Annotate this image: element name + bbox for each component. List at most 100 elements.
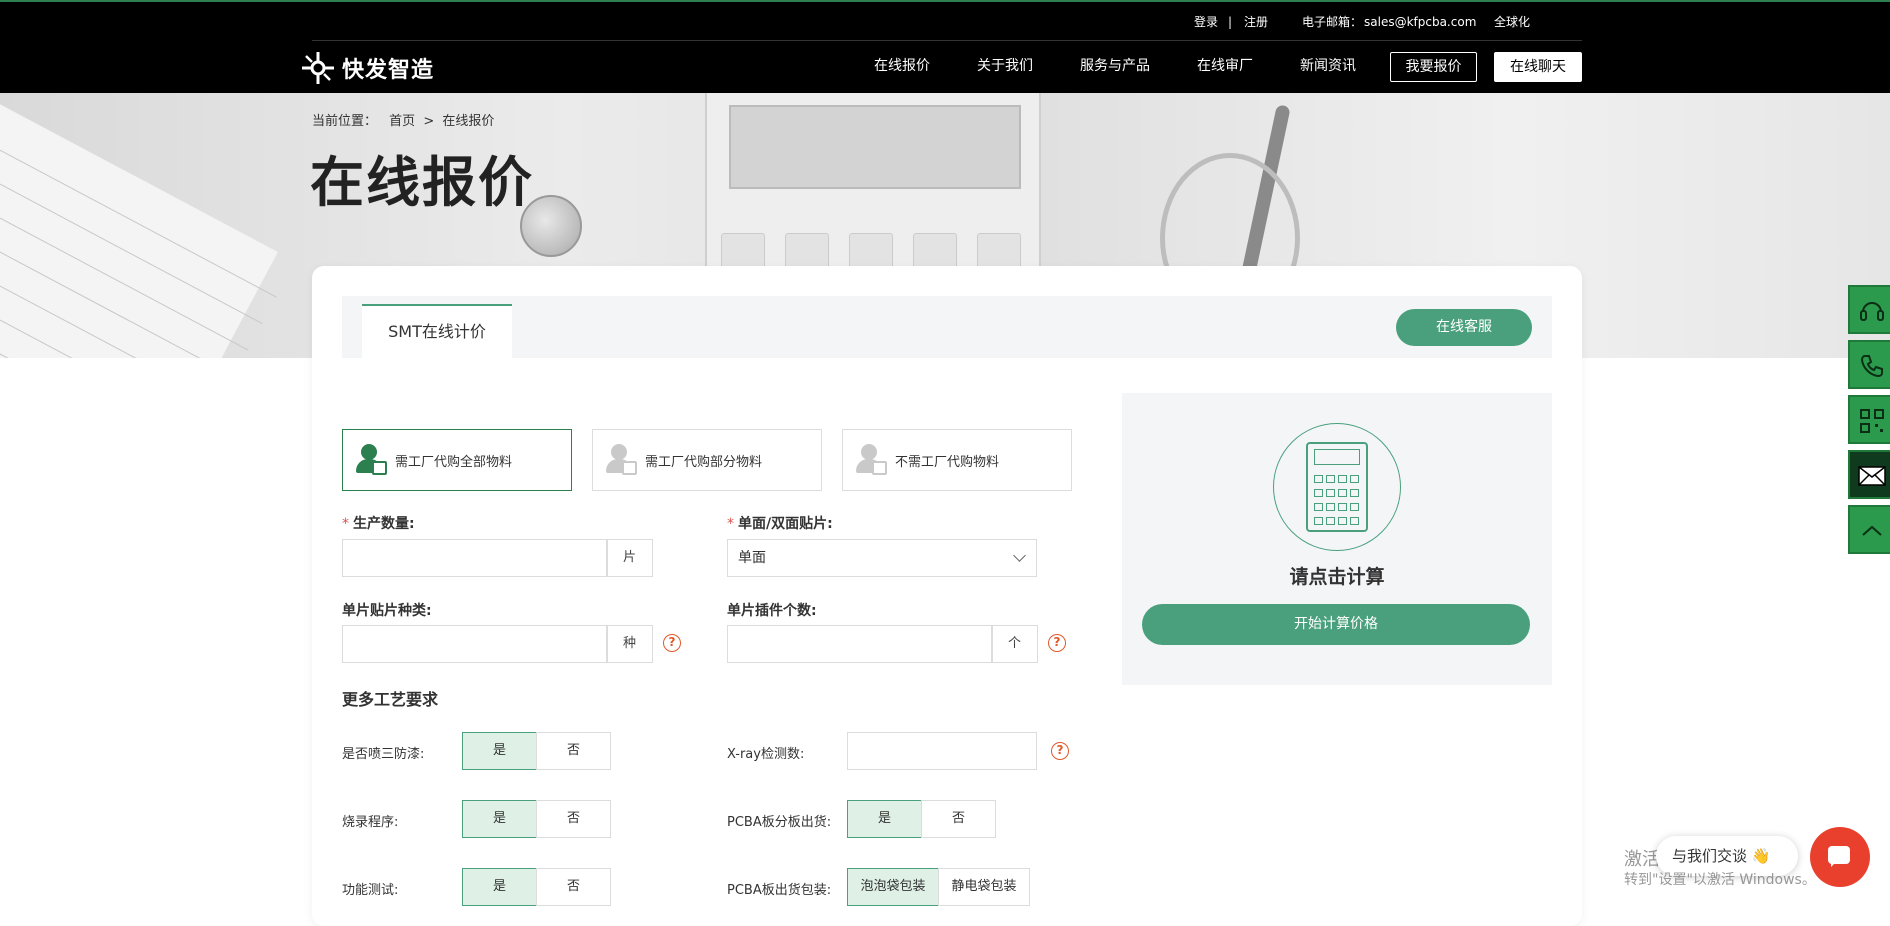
calculator-title: 请点击计算 xyxy=(1289,566,1385,588)
header-accent-line xyxy=(0,0,1890,2)
site-header xyxy=(0,0,1890,93)
help-icon[interactable]: ? xyxy=(1048,634,1066,652)
xray-label: X-ray检测数: xyxy=(727,747,805,762)
calculator-icon-key xyxy=(1338,503,1347,511)
nav-about-us[interactable]: 关于我们 xyxy=(977,56,1033,76)
xray-count-input[interactable] xyxy=(847,732,1037,770)
quantity-label: * 生产数量: xyxy=(342,516,415,532)
breadcrumb: 当前位置： 首页 > 在线报价 xyxy=(312,110,494,129)
login-link[interactable]: 登录 xyxy=(1194,13,1218,31)
side-type-value: 单面 xyxy=(738,550,766,566)
breadcrumb-label: 当前位置： xyxy=(312,114,378,129)
request-quote-button[interactable]: 我要报价 xyxy=(1390,52,1477,82)
required-marker: * xyxy=(727,516,734,532)
coating-no-toggle[interactable]: 否 xyxy=(536,732,611,770)
esd-bag-toggle[interactable]: 静电袋包装 xyxy=(938,868,1030,906)
breadcrumb-separator: > xyxy=(423,114,435,129)
start-calculation-button[interactable]: 开始计算价格 xyxy=(1142,604,1530,645)
option-label: 需工厂代购部分物料 xyxy=(645,454,763,470)
calculator-icon-key xyxy=(1326,489,1335,497)
qr-code-icon xyxy=(1860,409,1884,433)
nav-news[interactable]: 新闻资讯 xyxy=(1300,56,1356,76)
calculator-icon-key xyxy=(1314,503,1323,511)
email-label: 电子邮箱： xyxy=(1302,15,1363,29)
function-test-no-toggle[interactable]: 否 xyxy=(536,868,611,906)
calculator-icon-key xyxy=(1338,475,1347,483)
calculator-icon-key xyxy=(1326,503,1335,511)
split-yes-toggle[interactable]: 是 xyxy=(847,800,922,838)
more-process-title: 更多工艺要求 xyxy=(342,690,439,709)
burn-yes-toggle[interactable]: 是 xyxy=(462,800,537,838)
calculator-icon-key xyxy=(1338,517,1347,525)
quantity-input[interactable] xyxy=(342,539,608,577)
bubble-bag-toggle[interactable]: 泡泡袋包装 xyxy=(847,868,939,906)
breadcrumb-current: 在线报价 xyxy=(442,114,495,129)
calculator-icon-key xyxy=(1350,489,1359,497)
page-title: 在线报价 xyxy=(310,151,534,214)
option-label: 需工厂代购全部物料 xyxy=(395,454,513,470)
global-link[interactable]: 全球化 xyxy=(1494,13,1530,31)
option-no-material-purchase[interactable]: 不需工厂代购物料 xyxy=(842,429,1072,491)
side-headset-button[interactable] xyxy=(1848,285,1890,334)
side-mail-button[interactable] xyxy=(1848,450,1890,499)
smt-types-label: 单片贴片种类: xyxy=(342,603,432,619)
function-test-label: 功能测试: xyxy=(342,883,399,898)
option-buy-partial-materials[interactable]: 需工厂代购部分物料 xyxy=(592,429,822,491)
breadcrumb-home-link[interactable]: 首页 xyxy=(389,114,415,129)
calculator-icon-display xyxy=(1314,449,1360,465)
logo-text: 快发智造 xyxy=(342,58,435,83)
split-board-label: PCBA板分板出货: xyxy=(727,815,832,830)
logo-mark-icon xyxy=(302,52,334,84)
nav-services-products[interactable]: 服务与产品 xyxy=(1080,56,1150,76)
calculator-icon-key xyxy=(1350,503,1359,511)
site-logo[interactable]: 快发智造 xyxy=(300,50,434,86)
banner-notebook-image xyxy=(0,93,278,358)
phone-icon xyxy=(1860,355,1883,378)
option-label: 不需工厂代购物料 xyxy=(895,454,1000,470)
quote-tab-bar xyxy=(342,296,1552,358)
required-marker: * xyxy=(342,516,349,532)
nav-online-quote[interactable]: 在线报价 xyxy=(874,56,930,76)
split-no-toggle[interactable]: 否 xyxy=(921,800,996,838)
register-link[interactable]: 注册 xyxy=(1244,13,1268,31)
email-link[interactable]: sales@kfpcba.com xyxy=(1364,13,1476,31)
coating-label: 是否喷三防漆: xyxy=(342,747,425,762)
nav-factory-audit[interactable]: 在线审厂 xyxy=(1197,56,1253,76)
smt-types-unit: 种 xyxy=(606,625,653,663)
quantity-unit: 片 xyxy=(606,539,653,577)
plugin-count-input[interactable] xyxy=(727,625,993,663)
windows-activation-watermark: 激活 xyxy=(1624,849,1660,870)
side-phone-button[interactable] xyxy=(1848,340,1890,389)
packaging-label: PCBA板出货包装: xyxy=(727,883,832,898)
calculator-icon-key xyxy=(1314,475,1323,483)
burn-no-toggle[interactable]: 否 xyxy=(536,800,611,838)
utility-separator: | xyxy=(1228,15,1233,29)
header-divider xyxy=(312,40,1582,41)
windows-activation-hint: 转到"设置"以激活 Windows。 xyxy=(1624,872,1816,888)
headset-icon xyxy=(1860,302,1884,321)
side-qr-button[interactable] xyxy=(1848,395,1890,444)
side-back-to-top-button[interactable] xyxy=(1848,505,1890,554)
user-doc-icon xyxy=(605,444,637,476)
side-type-label: * 单面/双面贴片: xyxy=(727,516,833,532)
option-buy-all-materials[interactable]: 需工厂代购全部物料 xyxy=(342,429,572,491)
help-icon[interactable]: ? xyxy=(663,634,681,652)
calculator-icon-key xyxy=(1326,475,1335,483)
chat-bubble-icon-tail xyxy=(1831,862,1836,867)
side-type-select[interactable]: 单面 xyxy=(727,539,1037,577)
smt-types-input[interactable] xyxy=(342,625,608,663)
online-service-button[interactable]: 在线客服 xyxy=(1396,309,1532,346)
calculator-icon-key xyxy=(1350,475,1359,483)
function-test-yes-toggle[interactable]: 是 xyxy=(462,868,537,906)
user-doc-icon xyxy=(855,444,887,476)
calculator-icon-key xyxy=(1350,517,1359,525)
calculator-icon-key xyxy=(1326,517,1335,525)
tab-smt-quote[interactable]: SMT在线计价 xyxy=(362,304,512,358)
online-chat-button[interactable]: 在线聊天 xyxy=(1494,52,1582,82)
help-icon[interactable]: ? xyxy=(1051,742,1069,760)
chat-prompt-label: 与我们交谈 xyxy=(1672,847,1748,865)
plugin-count-unit: 个 xyxy=(991,625,1038,663)
mail-icon xyxy=(1858,466,1886,486)
coating-yes-toggle[interactable]: 是 xyxy=(462,732,537,770)
back-to-top-icon xyxy=(1862,525,1882,536)
